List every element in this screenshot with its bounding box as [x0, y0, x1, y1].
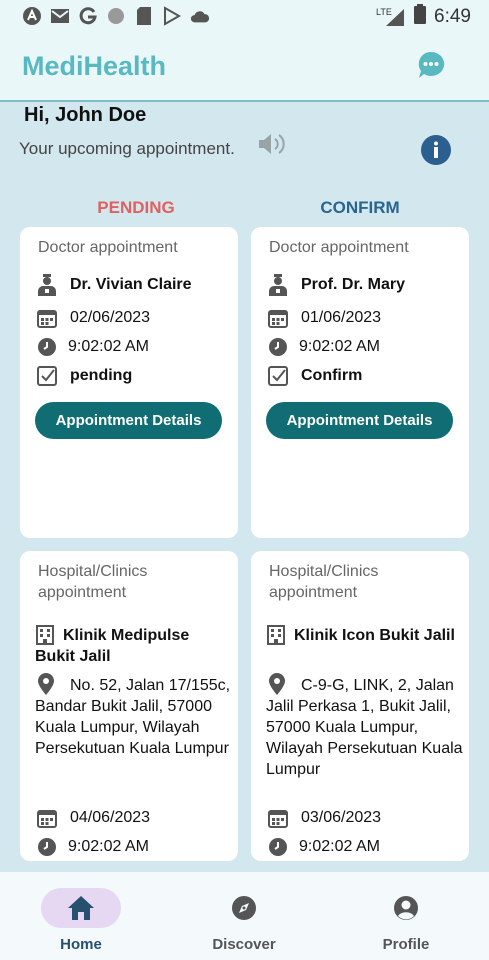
time-row: 9:02:02 AM	[267, 336, 380, 358]
text-to-speech-button[interactable]	[258, 132, 288, 156]
date-row: 02/06/2023	[36, 307, 150, 329]
gmail-icon	[50, 6, 70, 26]
google-icon	[78, 6, 98, 26]
calendar-icon	[267, 307, 289, 329]
card-type-label: Hospital/Clinics appointment	[269, 563, 379, 601]
card-type-label: Doctor appointment	[269, 239, 409, 256]
doctor-row: Dr. Vivian Claire	[36, 274, 192, 296]
account-circle-icon	[394, 896, 418, 920]
doctor-name: Prof. Dr. Mary	[301, 276, 406, 293]
app-title: MediHealth	[22, 51, 167, 81]
nav-discover-label: Discover	[212, 936, 276, 953]
hospital-appointment-card[interactable]: Hospital/Clinics appointment Klinik Medi…	[20, 551, 238, 861]
clock-icon	[267, 836, 289, 858]
nav-profile[interactable]: Profile	[346, 888, 466, 953]
doctor-appointment-card-confirm[interactable]: Doctor appointment Prof. Dr. Mary 01/06/…	[251, 227, 469, 538]
status-row: pending	[36, 365, 132, 387]
hospital-address: No. 52, Jalan 17/155c, Bandar Bukit Jali…	[35, 677, 231, 757]
cloud-icon	[190, 6, 210, 26]
notification-icons	[22, 6, 210, 26]
calendar-icon	[36, 807, 58, 829]
nav-home-label: Home	[60, 936, 102, 953]
play-store-icon	[162, 6, 182, 26]
checkbox-icon	[36, 365, 58, 387]
checkbox-icon	[267, 365, 289, 387]
circle-icon	[106, 6, 126, 26]
doctor-name: Dr. Vivian Claire	[70, 276, 192, 293]
info-icon	[421, 135, 451, 165]
clock-icon	[36, 336, 58, 358]
bottom-navigation: Home Discover Profile	[0, 872, 489, 960]
subtitle: Your upcoming appointment.	[19, 139, 235, 158]
date-row: 01/06/2023	[267, 307, 381, 329]
status-row: Confirm	[267, 365, 362, 387]
time-row: 9:02:02 AM	[267, 836, 380, 858]
confirm-column-header: CONFIRM	[320, 198, 400, 217]
chat-button[interactable]	[417, 51, 445, 79]
nav-home-indicator	[41, 888, 121, 928]
appointment-time: 9:02:02 AM	[68, 338, 149, 355]
appointment-date: 03/06/2023	[301, 809, 382, 826]
nav-profile-label: Profile	[382, 936, 430, 953]
appointment-details-button[interactable]: Appointment Details	[35, 402, 222, 439]
greeting: Hi, John Doe	[24, 104, 147, 126]
appointment-date: 02/06/2023	[70, 309, 151, 326]
clock-icon	[36, 836, 58, 858]
calendar-icon	[267, 807, 289, 829]
time-row: 9:02:02 AM	[36, 336, 149, 358]
pending-column-header: PENDING	[97, 198, 175, 217]
speaker-icon	[259, 134, 285, 154]
nav-home[interactable]: Home	[21, 888, 141, 953]
card-type-label: Doctor appointment	[38, 239, 178, 256]
hospital-appointment-card[interactable]: Hospital/Clinics appointment Klinik Icon…	[251, 551, 469, 861]
android-icon	[22, 6, 42, 26]
nav-profile-indicator	[366, 888, 446, 928]
doctor-row: Prof. Dr. Mary	[267, 274, 405, 296]
appointment-date: 04/06/2023	[70, 809, 151, 826]
date-row: 03/06/2023	[267, 807, 381, 829]
doctor-appointment-card-pending[interactable]: Doctor appointment Dr. Vivian Claire 02/…	[20, 227, 238, 538]
compass-icon	[232, 896, 256, 920]
header-divider	[0, 100, 489, 102]
appointment-date: 01/06/2023	[301, 309, 382, 326]
doctor-icon	[36, 274, 58, 296]
network-type: LTE	[376, 6, 392, 17]
appointment-status: Confirm	[301, 367, 363, 384]
status-time: 6:49	[434, 5, 471, 27]
appointment-time: 9:02:02 AM	[68, 838, 149, 855]
hospital-name: Klinik Medipulse Bukit Jalil	[35, 627, 190, 665]
nav-discover-indicator	[204, 888, 284, 928]
hospital-address: C-9-G, LINK, 2, Jalan Jalil Perkasa 1, B…	[266, 677, 463, 778]
nav-discover[interactable]: Discover	[184, 888, 304, 953]
date-row: 04/06/2023	[36, 807, 150, 829]
chat-bubble-icon	[418, 51, 445, 78]
battery-icon	[414, 4, 427, 29]
appointment-time: 9:02:02 AM	[299, 838, 380, 855]
time-row: 9:02:02 AM	[36, 836, 149, 858]
hospital-name: Klinik Icon Bukit Jalil	[294, 627, 455, 644]
calendar-icon	[36, 307, 58, 329]
sd-card-icon	[134, 6, 154, 26]
status-bar: LTE 6:49	[0, 0, 489, 32]
app-bar: MediHealth	[0, 32, 489, 100]
appointment-time: 9:02:02 AM	[299, 338, 380, 355]
appointment-status: pending	[70, 367, 133, 384]
info-button[interactable]	[421, 135, 451, 165]
home-icon	[68, 896, 94, 920]
doctor-icon	[267, 274, 289, 296]
card-type-label: Hospital/Clinics appointment	[38, 563, 148, 601]
clock-icon	[267, 336, 289, 358]
system-status: LTE 6:49	[376, 4, 471, 29]
signal-icon: LTE	[376, 7, 406, 27]
appointment-details-button[interactable]: Appointment Details	[266, 402, 453, 439]
